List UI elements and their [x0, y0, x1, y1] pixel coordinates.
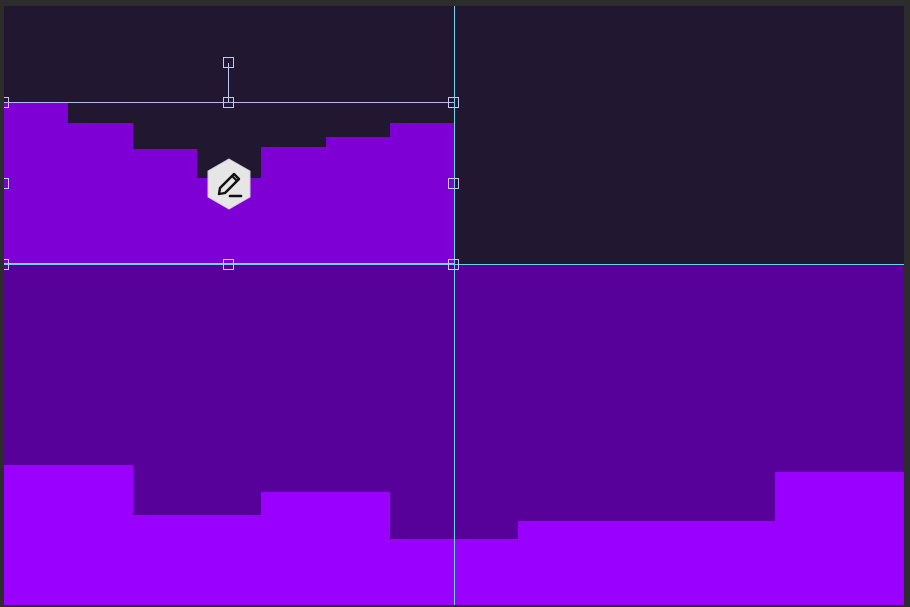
artboard[interactable]: [4, 6, 904, 605]
handle-bottom-left[interactable]: [4, 259, 9, 270]
handle-top-left[interactable]: [4, 97, 9, 108]
handle-bottom-right[interactable]: [448, 259, 459, 270]
canvas-frame: [0, 0, 910, 607]
pencil-edit-icon: [207, 158, 251, 210]
rotate-handle[interactable]: [223, 57, 234, 68]
handle-top-right[interactable]: [448, 97, 459, 108]
handle-bottom-center[interactable]: [223, 259, 234, 270]
handle-top-center[interactable]: [223, 97, 234, 108]
handle-middle-right[interactable]: [448, 178, 459, 189]
handle-middle-left[interactable]: [4, 178, 9, 189]
edit-path-button[interactable]: [204, 158, 254, 210]
artwork-svg: [4, 6, 904, 605]
